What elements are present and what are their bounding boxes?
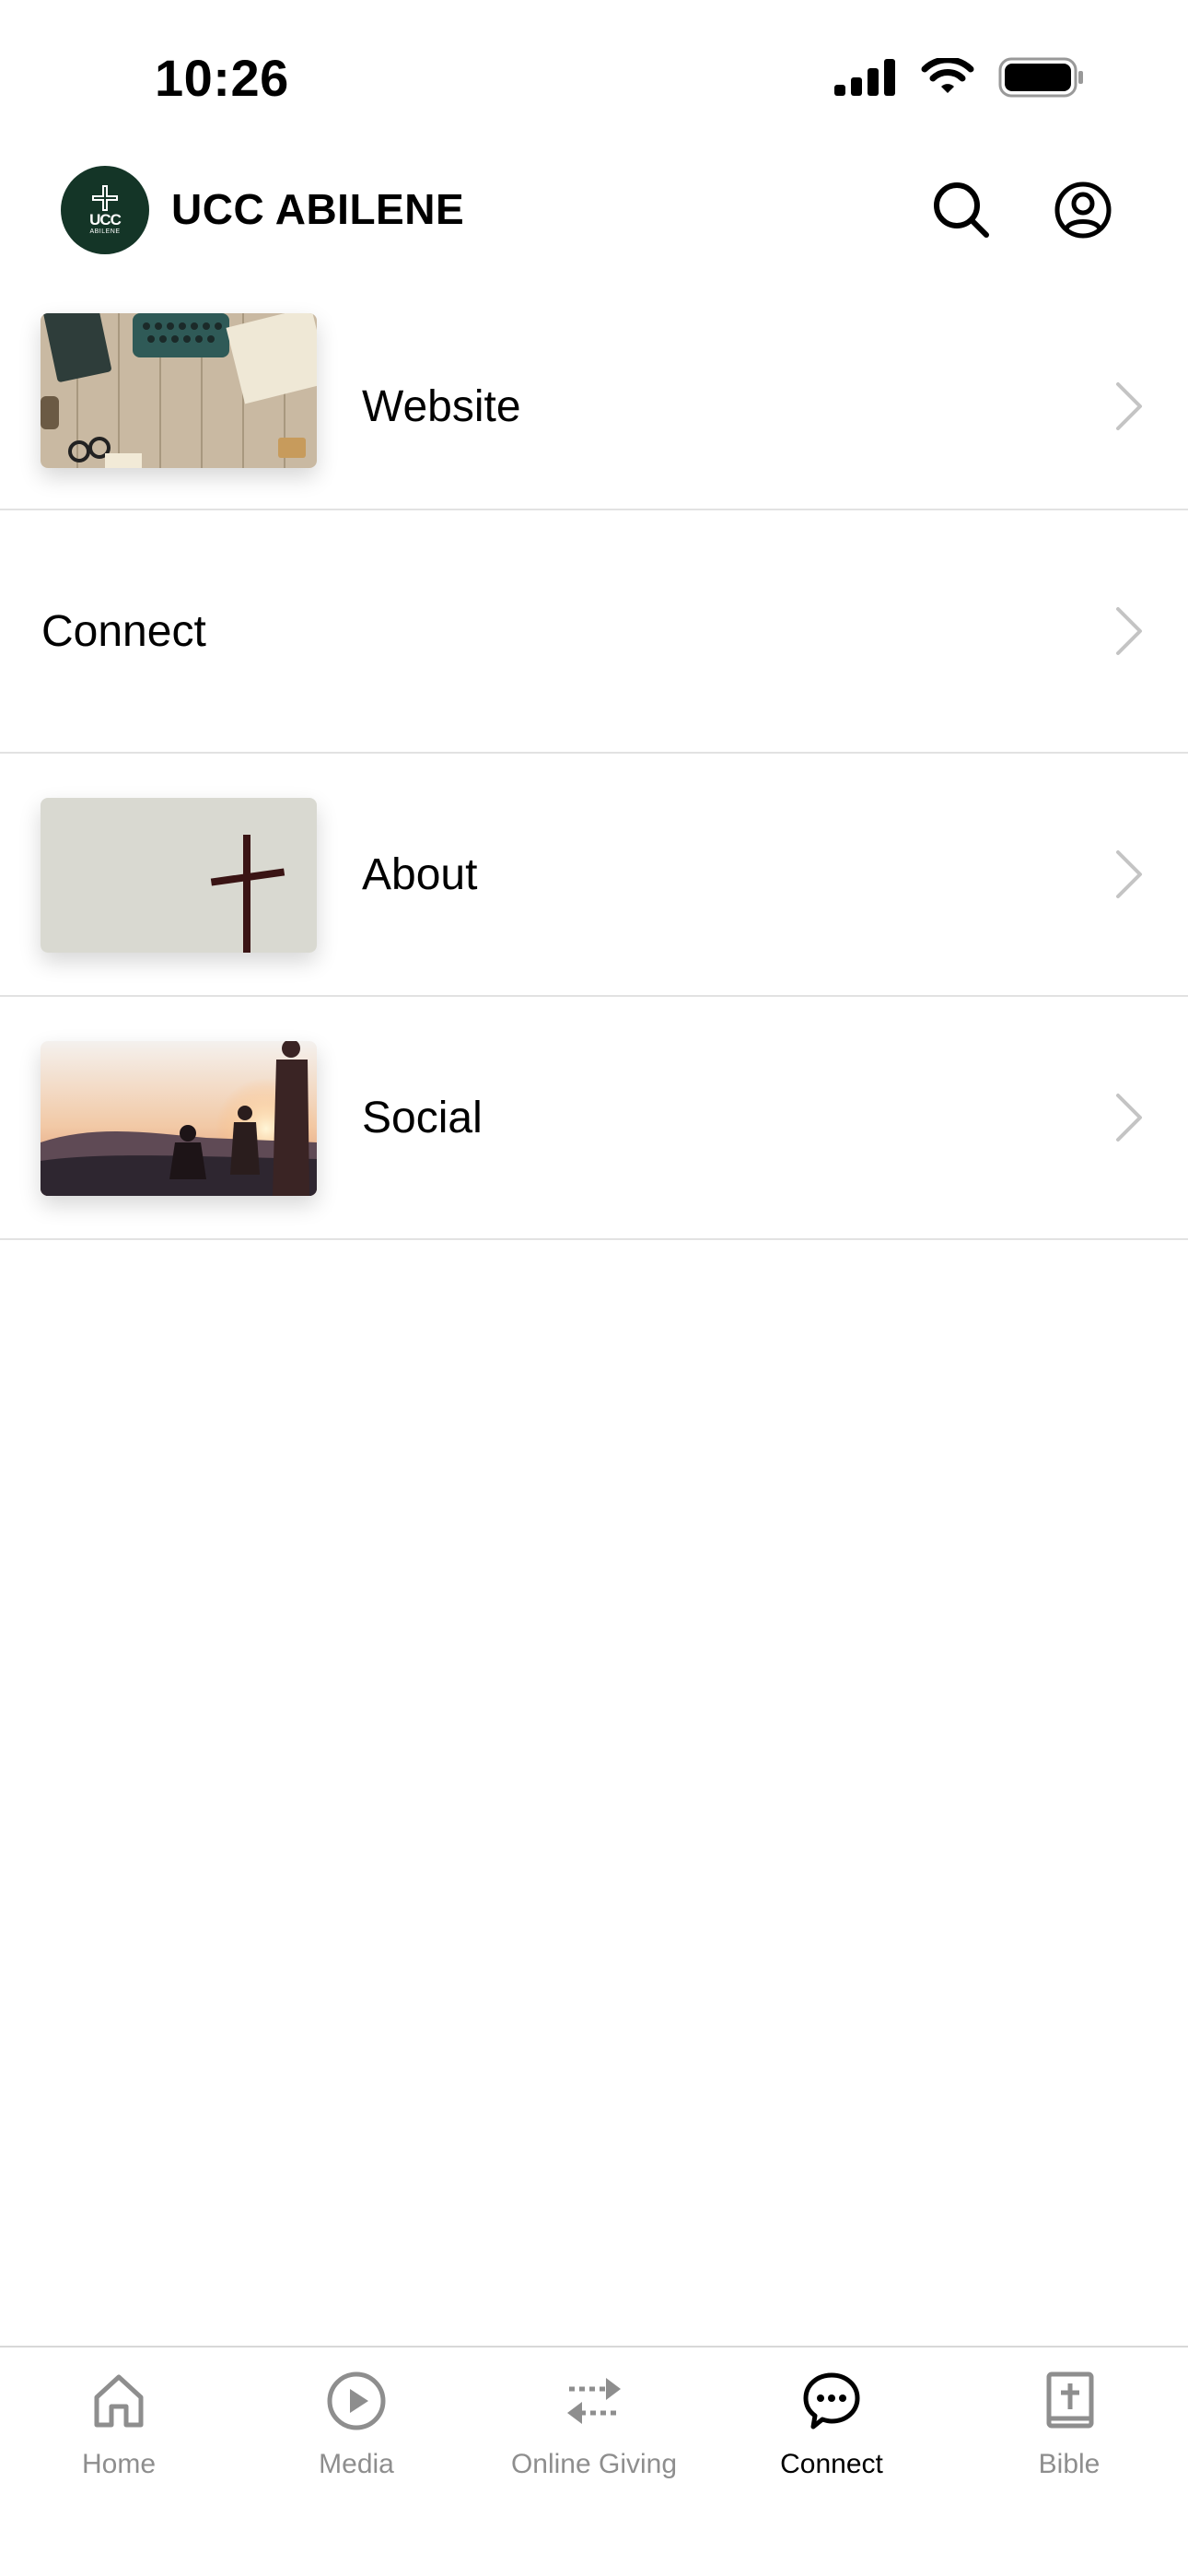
search-icon [934, 182, 989, 238]
list-item-connect[interactable]: Connect [0, 510, 1188, 754]
cross-logo-icon [92, 185, 118, 211]
wooden-cross-image [41, 798, 317, 953]
typewriter-desk-image [41, 313, 317, 468]
battery-icon [998, 57, 1083, 98]
church-logo[interactable]: UCC ABILENE [61, 166, 149, 254]
logo-sub: ABILENE [89, 228, 121, 235]
bible-icon [1046, 2371, 1094, 2429]
list-item-label: Website [362, 381, 521, 431]
cellular-signal-icon [834, 59, 895, 96]
list-item-label: Social [362, 1093, 483, 1142]
tab-label: Media [319, 2449, 394, 2479]
chat-bubble-icon [803, 2372, 860, 2430]
tab-label: Bible [1038, 2449, 1101, 2479]
tab-online-giving[interactable]: Online Giving [475, 2364, 713, 2512]
connect-list: Website Connect About Social [0, 304, 1188, 1240]
tab-connect[interactable]: Connect [713, 2364, 950, 2512]
status-bar: 10:26 [0, 0, 1188, 147]
search-button[interactable] [926, 175, 996, 245]
tab-home[interactable]: Home [0, 2364, 238, 2512]
chevron-right-icon [1116, 607, 1142, 655]
tab-bible[interactable]: Bible [950, 2364, 1188, 2512]
app-title: UCC ABILENE [171, 185, 465, 233]
sunset-people-image [41, 1041, 317, 1196]
tab-media[interactable]: Media [238, 2364, 475, 2512]
home-icon [94, 2374, 144, 2428]
list-item-label: Connect [41, 606, 206, 656]
wifi-icon [921, 58, 974, 93]
logo-mark: UCC [89, 211, 122, 228]
tab-label: Online Giving [510, 2449, 678, 2479]
app-header: UCC ABILENE UCC ABILENE [0, 147, 1188, 304]
list-item-social[interactable]: Social [0, 997, 1188, 1240]
tab-bar: Home Media Online Giving Connect Bible [0, 2346, 1188, 2576]
tab-label: Connect [780, 2449, 883, 2479]
list-item-about[interactable]: About [0, 754, 1188, 997]
profile-icon [1054, 181, 1112, 239]
chevron-right-icon [1116, 1094, 1142, 1142]
status-time: 10:26 [155, 49, 289, 107]
chevron-right-icon [1116, 382, 1142, 430]
list-item-website[interactable]: Website [0, 304, 1188, 510]
list-item-label: About [362, 849, 478, 899]
transfer-arrows-icon [567, 2378, 621, 2424]
status-icons [834, 57, 1085, 98]
chevron-right-icon [1116, 850, 1142, 898]
tab-label: Home [81, 2449, 157, 2479]
profile-button[interactable] [1048, 175, 1118, 245]
play-circle-icon [327, 2371, 386, 2430]
